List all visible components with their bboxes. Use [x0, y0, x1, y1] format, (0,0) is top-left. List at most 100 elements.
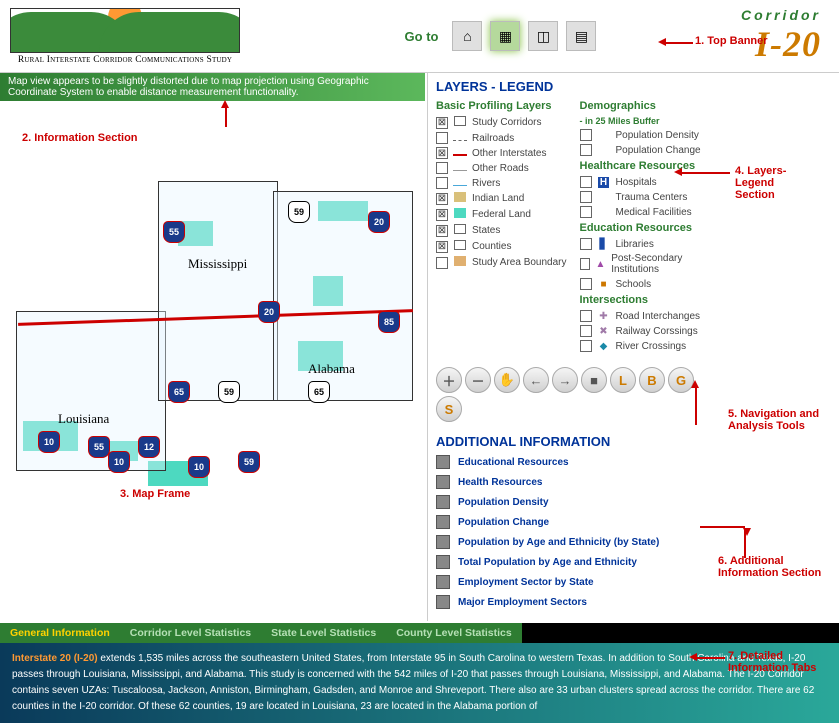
tool-button-6[interactable]: L: [610, 367, 636, 393]
goto-map-button[interactable]: ▦: [490, 21, 520, 51]
demographics-title: Demographics: [580, 100, 712, 112]
addinfo-link[interactable]: Total Population by Age and Ethnicity: [436, 555, 711, 569]
layer-checkbox[interactable]: ⊠: [436, 193, 448, 205]
addinfo-link[interactable]: Employment Sector by State: [436, 575, 711, 589]
map-icon: ▦: [499, 28, 512, 45]
layer-checkbox[interactable]: [580, 176, 592, 188]
legend-item: Population Density: [580, 129, 712, 141]
interstate-shield: 20: [368, 211, 390, 233]
interstate-shield: 10: [188, 456, 210, 478]
tool-button-3[interactable]: ←: [523, 367, 549, 393]
addinfo-link[interactable]: Major Employment Sectors: [436, 595, 711, 609]
layer-label: Railroads: [472, 133, 514, 144]
layer-checkbox[interactable]: [580, 278, 592, 290]
layer-checkbox[interactable]: [580, 325, 592, 337]
addinfo-icon: [436, 555, 450, 569]
legend-item: Medical Facilities: [580, 206, 712, 218]
tool-button-9[interactable]: S: [436, 396, 462, 422]
layer-symbol-icon: [453, 224, 467, 237]
layer-label: Road Interchanges: [616, 311, 701, 322]
layer-checkbox[interactable]: [436, 162, 448, 174]
additional-info-panel: ADDITIONAL INFORMATION Educational Resou…: [427, 428, 719, 621]
layer-checkbox[interactable]: [580, 238, 592, 250]
layer-label: Counties: [472, 241, 511, 252]
addinfo-link[interactable]: Educational Resources: [436, 455, 711, 469]
layer-checkbox[interactable]: ⊠: [436, 209, 448, 221]
legend-item: Trauma Centers: [580, 191, 712, 203]
corridor-title: Corridor I-20: [741, 7, 829, 65]
state-label-ms: Mississippi: [188, 256, 247, 272]
layer-checkbox[interactable]: [580, 191, 592, 203]
layer-checkbox[interactable]: [580, 144, 592, 156]
layer-symbol-icon: ◆: [597, 341, 611, 352]
addinfo-link[interactable]: Population Change: [436, 515, 711, 529]
info-tab[interactable]: Corridor Level Statistics: [120, 623, 261, 643]
addinfo-icon: [436, 455, 450, 469]
layer-checkbox[interactable]: ⊠: [436, 241, 448, 253]
tool-button-0[interactable]: ＋: [436, 367, 462, 393]
logo-image: [10, 8, 240, 53]
layer-label: River Crossings: [616, 341, 687, 352]
interstate-shield: 10: [38, 431, 60, 453]
layer-checkbox[interactable]: ⊠: [436, 117, 448, 129]
state-label-al: Alabama: [308, 361, 355, 377]
tool-button-1[interactable]: －: [465, 367, 491, 393]
layer-symbol-icon: [453, 163, 467, 174]
tool-button-2[interactable]: ✋: [494, 367, 520, 393]
layer-checkbox[interactable]: [436, 177, 448, 189]
layer-label: Study Corridors: [472, 117, 541, 128]
legend-item: Population Change: [580, 144, 712, 156]
layer-symbol-icon: [453, 133, 467, 144]
nav-tools: ＋－✋←→■LBGS: [427, 361, 719, 428]
map-canvas: Louisiana Mississippi Alabama 55 20 59 2…: [8, 161, 417, 491]
addinfo-link[interactable]: Health Resources: [436, 475, 711, 489]
legend-item: ✚Road Interchanges: [580, 310, 712, 322]
layer-checkbox[interactable]: ⊠: [436, 225, 448, 237]
goto-report-button[interactable]: ▤: [566, 21, 596, 51]
legend-item: ⊠ Other Interstates: [436, 147, 568, 159]
layer-checkbox[interactable]: ⊠: [436, 147, 448, 159]
layer-symbol-icon: ■: [597, 279, 611, 290]
addinfo-link[interactable]: Population Density: [436, 495, 711, 509]
layer-label: Federal Land: [472, 209, 531, 220]
goto-home-button[interactable]: ⌂: [452, 21, 482, 51]
basic-layers-title: Basic Profiling Layers: [436, 100, 568, 112]
tab-content: Interstate 20 (I-20) extends 1,535 miles…: [0, 643, 839, 723]
tool-button-4[interactable]: →: [552, 367, 578, 393]
layer-label: Population Change: [616, 145, 701, 156]
side-column: LAYERS - LEGEND Basic Profiling Layers ⊠…: [427, 73, 719, 621]
education-title: Education Resources: [580, 222, 712, 234]
layer-checkbox[interactable]: [580, 340, 592, 352]
corridor-label: Corridor: [741, 7, 821, 23]
legend-item: ⊠States: [436, 224, 568, 237]
layer-checkbox[interactable]: [580, 206, 592, 218]
legend-item: ⊠ Federal Land: [436, 208, 568, 221]
layer-label: Rivers: [472, 178, 500, 189]
addinfo-icon: [436, 535, 450, 549]
layer-checkbox[interactable]: [436, 132, 448, 144]
info-strip: Map view appears to be slightly distorte…: [0, 73, 425, 101]
corridor-id: I-20: [741, 23, 821, 65]
report-icon: ▤: [575, 28, 588, 45]
layer-checkbox[interactable]: [580, 310, 592, 322]
info-tab[interactable]: General Information: [0, 623, 120, 643]
layer-checkbox[interactable]: [580, 129, 592, 141]
legend-item: Other Roads: [436, 162, 568, 174]
map-frame[interactable]: Louisiana Mississippi Alabama 55 20 59 2…: [0, 101, 425, 581]
interstate-shield: 55: [163, 221, 185, 243]
interstate-shield: 20: [258, 301, 280, 323]
layer-checkbox[interactable]: [436, 257, 448, 269]
tool-button-7[interactable]: B: [639, 367, 665, 393]
info-tab[interactable]: County Level Statistics: [386, 623, 522, 643]
tool-button-5[interactable]: ■: [581, 367, 607, 393]
interstate-shield: 12: [138, 436, 160, 458]
layer-symbol-icon: [453, 148, 467, 159]
layer-label: Medical Facilities: [616, 207, 692, 218]
info-tab[interactable]: State Level Statistics: [261, 623, 386, 643]
addinfo-link[interactable]: Population by Age and Ethnicity (by Stat…: [436, 535, 711, 549]
goto-layers-button[interactable]: ◫: [528, 21, 558, 51]
layer-checkbox[interactable]: [580, 258, 590, 270]
layer-symbol-icon: [453, 256, 467, 269]
interstate-shield: 85: [378, 311, 400, 333]
layer-label: Other Interstates: [472, 148, 546, 159]
